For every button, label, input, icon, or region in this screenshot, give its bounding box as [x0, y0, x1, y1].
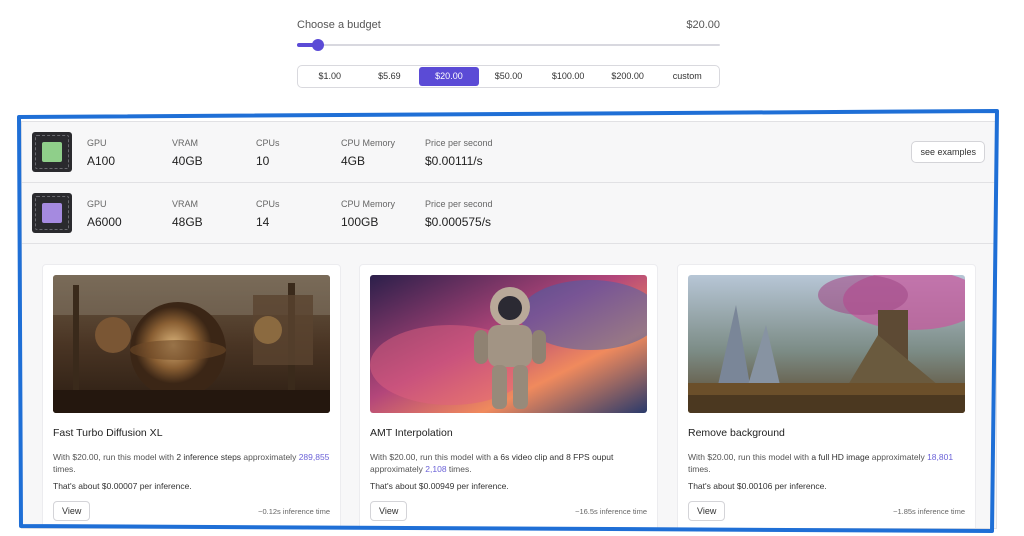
- spec-label: CPU Memory: [341, 199, 396, 209]
- budget-value: $20.00: [686, 19, 720, 31]
- spec-cpus: CPUs 14: [256, 199, 280, 229]
- desc-text: times.: [688, 464, 711, 474]
- desc-text: With $20.00, run this model with: [53, 452, 177, 462]
- card-cost: That's about $0.00949 per inference.: [370, 481, 509, 491]
- spec-value: $0.00111/s: [425, 154, 483, 168]
- gpu-section: GPU A100 VRAM 40GB CPUs 10 CPU Memory 4G…: [21, 121, 997, 529]
- spec-value: 100GB: [341, 215, 379, 229]
- spec-label: Price per second: [425, 199, 493, 209]
- spec-cpu-memory: CPU Memory 4GB: [341, 138, 395, 168]
- cost-text: That's about: [370, 481, 419, 491]
- spec-value: 4GB: [341, 154, 366, 168]
- spec-value: 10: [256, 154, 270, 168]
- budget-selector: Choose a budget $20.00 $1.00 $5.69 $20.0…: [297, 16, 720, 88]
- inference-time: ~1.85s inference time: [893, 507, 965, 516]
- desc-highlight: 2 inference steps: [176, 452, 242, 462]
- see-examples-button[interactable]: see examples: [911, 141, 985, 163]
- desc-text: With $20.00, run this model with: [370, 452, 494, 462]
- view-button[interactable]: View: [53, 501, 91, 521]
- fantasy-landscape-image: [688, 275, 965, 413]
- desc-text: times.: [53, 464, 76, 474]
- card-title: Fast Turbo Diffusion XL: [53, 427, 163, 439]
- view-button[interactable]: View: [370, 501, 408, 521]
- desc-text: times.: [446, 464, 472, 474]
- card-description: With $20.00, run this model with a 6s vi…: [370, 451, 650, 475]
- budget-option-5-69[interactable]: $5.69: [360, 67, 420, 86]
- spec-label: GPU: [87, 199, 107, 209]
- card-description: With $20.00, run this model with 2 infer…: [53, 451, 333, 475]
- desc-text: approximately: [370, 464, 426, 474]
- spec-vram: VRAM 40GB: [172, 138, 203, 168]
- spec-label: VRAM: [172, 138, 199, 148]
- run-count: 289,855: [298, 452, 330, 462]
- card-description: With $20.00, run this model with a full …: [688, 451, 968, 475]
- inference-time: ~16.5s inference time: [575, 507, 647, 516]
- cost-value: $0.00949: [418, 481, 455, 491]
- budget-option-custom[interactable]: custom: [657, 67, 717, 86]
- slider-track: [297, 44, 720, 46]
- desc-highlight: a full HD image: [811, 452, 870, 462]
- spec-price: Price per second $0.000575/s: [425, 199, 493, 229]
- gpu-row-a100: GPU A100 VRAM 40GB CPUs 10 CPU Memory 4G…: [22, 122, 996, 183]
- gpu-row-a6000: GPU A6000 VRAM 48GB CPUs 14 CPU Memory 1…: [22, 183, 996, 244]
- spec-label: CPU Memory: [341, 138, 396, 148]
- spec-label: CPUs: [256, 199, 280, 209]
- run-count: 18,801: [927, 452, 954, 462]
- spec-cpus: CPUs 10: [256, 138, 280, 168]
- spec-label: Price per second: [425, 138, 493, 148]
- budget-option-200[interactable]: $200.00: [598, 67, 658, 86]
- example-card-remove-background: Remove background With $20.00, run this …: [677, 264, 976, 528]
- budget-option-20[interactable]: $20.00: [419, 67, 479, 86]
- cost-value: $0.00007: [101, 481, 138, 491]
- desc-highlight: a 6s video clip and 8 FPS ouput: [493, 452, 614, 462]
- example-card-amt-interpolation: AMT Interpolation With $20.00, run this …: [359, 264, 658, 528]
- cost-text: per inference.: [137, 481, 192, 491]
- steampunk-machine-image: [53, 275, 330, 413]
- spec-label: CPUs: [256, 138, 280, 148]
- desc-text: approximately: [241, 452, 299, 462]
- budget-slider[interactable]: [297, 38, 720, 52]
- budget-header: Choose a budget $20.00: [297, 16, 720, 34]
- spec-value: A100: [87, 154, 116, 168]
- budget-option-50[interactable]: $50.00: [479, 67, 539, 86]
- spec-value: 14: [256, 215, 270, 229]
- spec-label: VRAM: [172, 199, 199, 209]
- spec-value: $0.000575/s: [425, 215, 492, 229]
- spec-value: 40GB: [172, 154, 203, 168]
- card-cost: That's about $0.00106 per inference.: [688, 481, 827, 491]
- spec-value: A6000: [87, 215, 122, 229]
- budget-options: $1.00 $5.69 $20.00 $50.00 $100.00 $200.0…: [297, 65, 720, 88]
- spec-cpu-memory: CPU Memory 100GB: [341, 199, 395, 229]
- run-count: 2,108: [425, 464, 447, 474]
- cost-value: $0.00106: [736, 481, 773, 491]
- inference-time: ~0.12s inference time: [258, 507, 330, 516]
- gpu-chip-icon: [32, 193, 72, 233]
- spec-label: GPU: [87, 138, 107, 148]
- desc-text: With $20.00, run this model with: [688, 452, 812, 462]
- budget-option-100[interactable]: $100.00: [538, 67, 598, 86]
- example-card-turbo-diffusion: Fast Turbo Diffusion XL With $20.00, run…: [42, 264, 341, 528]
- card-cost: That's about $0.00007 per inference.: [53, 481, 192, 491]
- astronaut-image: [370, 275, 647, 413]
- gpu-die: [42, 142, 62, 162]
- gpu-die: [42, 203, 62, 223]
- cost-text: That's about: [53, 481, 102, 491]
- budget-label: Choose a budget: [297, 19, 381, 31]
- spec-gpu: GPU A100: [87, 138, 115, 168]
- spec-price: Price per second $0.00111/s: [425, 138, 493, 168]
- cost-text: That's about: [688, 481, 737, 491]
- spec-vram: VRAM 48GB: [172, 199, 203, 229]
- spec-value: 48GB: [172, 215, 203, 229]
- slider-thumb[interactable]: [312, 39, 325, 51]
- card-title: AMT Interpolation: [370, 427, 453, 439]
- cost-text: per inference.: [454, 481, 509, 491]
- budget-option-1[interactable]: $1.00: [300, 67, 360, 86]
- desc-text: approximately: [869, 452, 928, 462]
- spec-gpu: GPU A6000: [87, 199, 122, 229]
- view-button[interactable]: View: [688, 501, 726, 521]
- card-title: Remove background: [688, 427, 785, 439]
- cost-text: per inference.: [772, 481, 827, 491]
- gpu-chip-icon: [32, 132, 72, 172]
